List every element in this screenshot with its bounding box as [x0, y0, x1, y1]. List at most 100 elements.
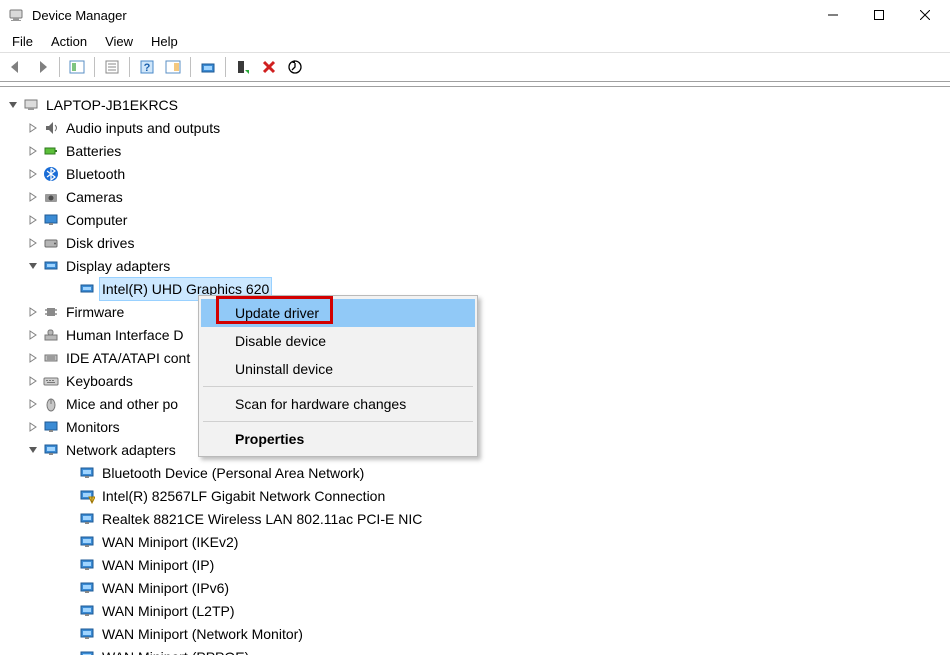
chevron-right-icon[interactable] [26, 236, 40, 250]
context-menu: Update driver Disable device Uninstall d… [198, 295, 478, 457]
scan-hardware-button[interactable] [283, 55, 307, 79]
chevron-down-icon[interactable] [26, 259, 40, 273]
display-adapter-icon [78, 280, 96, 298]
ctx-separator [203, 421, 473, 422]
monitor-icon [42, 211, 60, 229]
chevron-right-icon[interactable] [26, 213, 40, 227]
update-driver-button[interactable] [196, 55, 220, 79]
tree-ide[interactable]: IDE ATA/ATAPI cont [6, 346, 950, 369]
tree-item-label: Batteries [66, 140, 121, 162]
chevron-right-icon[interactable] [26, 328, 40, 342]
tree-firmware[interactable]: Firmware [6, 300, 950, 323]
chevron-right-icon[interactable] [26, 305, 40, 319]
svg-text:?: ? [144, 62, 151, 74]
maximize-button[interactable] [856, 0, 902, 30]
camera-icon [42, 188, 60, 206]
tree-item-label: WAN Miniport (IP) [102, 554, 214, 576]
tree-item-label: Display adapters [66, 255, 170, 277]
window-title: Device Manager [32, 8, 810, 23]
chevron-right-icon[interactable] [26, 121, 40, 135]
ctx-separator [203, 386, 473, 387]
tree-item-label: WAN Miniport (IKEv2) [102, 531, 238, 553]
ctx-properties[interactable]: Properties [201, 425, 475, 453]
tree-net-bt[interactable]: Bluetooth Device (Personal Area Network) [6, 461, 950, 484]
tree-keyboards[interactable]: Keyboards [6, 369, 950, 392]
tree-item-label: Disk drives [66, 232, 134, 254]
monitor-icon [42, 418, 60, 436]
chevron-down-icon[interactable] [26, 443, 40, 457]
toolbar-separator [94, 57, 95, 77]
tree-batteries[interactable]: Batteries [6, 139, 950, 162]
tree-net-realtek[interactable]: Realtek 8821CE Wireless LAN 802.11ac PCI… [6, 507, 950, 530]
network-adapter-icon [78, 464, 96, 482]
chevron-right-icon[interactable] [26, 374, 40, 388]
tree-network[interactable]: Network adapters [6, 438, 950, 461]
toolbar-separator [190, 57, 191, 77]
enable-device-button[interactable] [231, 55, 255, 79]
tree-computer[interactable]: Computer [6, 208, 950, 231]
chevron-right-icon[interactable] [26, 167, 40, 181]
help-button[interactable]: ? [135, 55, 159, 79]
tree-item-label: Computer [66, 209, 127, 231]
keyboard-icon [42, 372, 60, 390]
tree-net-wan2[interactable]: WAN Miniport (IP) [6, 553, 950, 576]
ctx-disable-device[interactable]: Disable device [201, 327, 475, 355]
tree-net-wan1[interactable]: WAN Miniport (IKEv2) [6, 530, 950, 553]
network-adapter-icon [78, 556, 96, 574]
disk-icon [42, 234, 60, 252]
network-adapter-icon [78, 648, 96, 656]
tree-cameras[interactable]: Cameras [6, 185, 950, 208]
toolbar-separator [225, 57, 226, 77]
tree-hid[interactable]: Human Interface D [6, 323, 950, 346]
menu-action[interactable]: Action [43, 32, 95, 51]
network-adapter-icon [78, 625, 96, 643]
chevron-right-icon[interactable] [26, 397, 40, 411]
chevron-down-icon[interactable] [6, 98, 20, 112]
menu-file[interactable]: File [4, 32, 41, 51]
show-hide-tree-button[interactable] [65, 55, 89, 79]
tree-net-wan6[interactable]: WAN Miniport (PPPOE) [6, 645, 950, 655]
tree-monitors[interactable]: Monitors [6, 415, 950, 438]
properties-button[interactable] [100, 55, 124, 79]
tree-item-label: WAN Miniport (PPPOE) [102, 646, 249, 656]
action-pane-button[interactable] [161, 55, 185, 79]
tree-net-intel[interactable]: ! Intel(R) 82567LF Gigabit Network Conne… [6, 484, 950, 507]
ide-icon [42, 349, 60, 367]
audio-icon [42, 119, 60, 137]
tree-net-wan5[interactable]: WAN Miniport (Network Monitor) [6, 622, 950, 645]
hid-icon [42, 326, 60, 344]
tree-net-wan3[interactable]: WAN Miniport (IPv6) [6, 576, 950, 599]
network-adapter-icon [78, 533, 96, 551]
chevron-right-icon[interactable] [26, 144, 40, 158]
uninstall-device-button[interactable] [257, 55, 281, 79]
tree-display[interactable]: Display adapters [6, 254, 950, 277]
minimize-button[interactable] [810, 0, 856, 30]
tree-mice[interactable]: Mice and other po [6, 392, 950, 415]
tree-root[interactable]: LAPTOP-JB1EKRCS [6, 93, 950, 116]
nav-back-button[interactable] [4, 55, 28, 79]
tree-disk[interactable]: Disk drives [6, 231, 950, 254]
tree-bluetooth[interactable]: Bluetooth [6, 162, 950, 185]
tree-net-wan4[interactable]: WAN Miniport (L2TP) [6, 599, 950, 622]
tree-item-label: Realtek 8821CE Wireless LAN 802.11ac PCI… [102, 508, 422, 530]
tree-item-label: Intel(R) 82567LF Gigabit Network Connect… [102, 485, 385, 507]
nav-forward-button[interactable] [30, 55, 54, 79]
close-button[interactable] [902, 0, 948, 30]
tree-display-intel[interactable]: Intel(R) UHD Graphics 620 [6, 277, 950, 300]
tree-item-label: Mice and other po [66, 393, 178, 415]
tree-item-label: WAN Miniport (L2TP) [102, 600, 235, 622]
ctx-scan-hardware[interactable]: Scan for hardware changes [201, 390, 475, 418]
ctx-update-driver[interactable]: Update driver [201, 299, 475, 327]
toolbar-separator [59, 57, 60, 77]
menu-view[interactable]: View [97, 32, 141, 51]
ctx-uninstall-device[interactable]: Uninstall device [201, 355, 475, 383]
chevron-right-icon[interactable] [26, 351, 40, 365]
app-icon [8, 7, 24, 23]
chevron-right-icon[interactable] [26, 420, 40, 434]
menu-help[interactable]: Help [143, 32, 186, 51]
mouse-icon [42, 395, 60, 413]
tree-item-label: Firmware [66, 301, 124, 323]
tree-item-label: Cameras [66, 186, 123, 208]
tree-audio[interactable]: Audio inputs and outputs [6, 116, 950, 139]
chevron-right-icon[interactable] [26, 190, 40, 204]
